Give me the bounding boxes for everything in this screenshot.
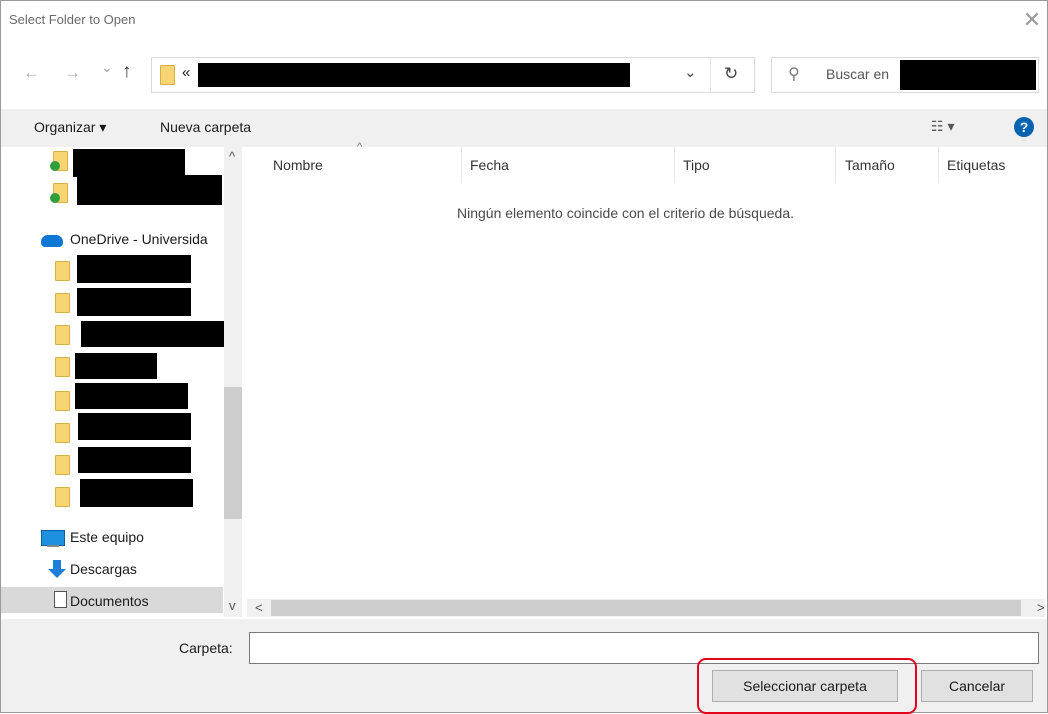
folder-icon (55, 325, 70, 345)
folder-icon (55, 455, 70, 475)
column-divider (461, 147, 462, 183)
redacted-folder[interactable] (78, 413, 191, 440)
search-placeholder: Buscar en (826, 66, 890, 82)
folder-icon (55, 423, 70, 443)
address-dropdown-icon[interactable]: ⌄ (684, 63, 697, 81)
sync-status-icon (50, 193, 60, 203)
column-header-type[interactable]: Tipo (683, 157, 710, 173)
redacted-folder[interactable] (77, 255, 191, 283)
sync-status-icon (50, 161, 60, 171)
divider (710, 58, 711, 92)
column-header-tags[interactable]: Etiquetas (947, 157, 1005, 173)
cancel-button[interactable]: Cancelar (921, 670, 1033, 702)
folder-icon (55, 487, 70, 507)
redacted-item[interactable] (73, 149, 185, 177)
column-header-date[interactable]: Fecha (470, 157, 509, 173)
sidebar-item-this-pc[interactable]: Este equipo (70, 529, 144, 545)
folder-icon (55, 261, 70, 281)
folder-icon (55, 357, 70, 377)
new-folder-button[interactable]: Nueva carpeta (160, 119, 251, 135)
search-box[interactable]: ⚲ Buscar en (771, 57, 1039, 93)
sidebar-item-documents[interactable]: Documentos (70, 593, 149, 609)
back-icon[interactable]: ← (23, 63, 40, 83)
sidebar-item-downloads[interactable]: Descargas (70, 561, 137, 577)
column-divider (835, 147, 836, 183)
help-icon[interactable]: ? (1014, 117, 1034, 137)
refresh-icon[interactable]: ↻ (724, 64, 738, 84)
highlight-annotation (697, 658, 917, 714)
redacted-folder[interactable] (80, 479, 193, 507)
navigation-pane: OneDrive - Universida Este equipo Descar… (1, 147, 245, 619)
computer-icon (41, 530, 65, 546)
close-icon[interactable]: ✕ (1017, 5, 1047, 35)
redacted-folder[interactable] (75, 383, 188, 409)
redacted-folder[interactable] (77, 288, 191, 316)
forward-icon[interactable]: → (64, 63, 81, 83)
computer-stand (47, 545, 59, 547)
redacted-folder[interactable] (81, 321, 224, 347)
redacted-folder[interactable] (75, 353, 157, 379)
column-header-name[interactable]: Nombre (273, 157, 323, 173)
sidebar-scrollbar[interactable] (224, 147, 242, 617)
scroll-right-icon[interactable]: > (1037, 600, 1045, 615)
onedrive-cloud-icon (41, 235, 63, 247)
empty-results-message: Ningún elemento coincide con el criterio… (457, 205, 794, 221)
column-divider (938, 147, 939, 183)
document-icon (54, 591, 67, 608)
view-options-icon[interactable]: ☷ ▾ (931, 118, 954, 135)
redacted-item[interactable] (77, 175, 222, 205)
sidebar-scroll-thumb[interactable] (224, 387, 242, 519)
command-bar: Organizar ▾ Nueva carpeta ☷ ▾ ? (1, 109, 1047, 147)
address-bar[interactable]: « ⌄ ↻ (151, 57, 755, 93)
redacted-path (198, 63, 630, 87)
folder-icon (160, 65, 175, 85)
title-bar: Select Folder to Open ✕ (1, 1, 1047, 41)
search-icon: ⚲ (788, 66, 800, 83)
up-icon[interactable]: ↑ (122, 61, 132, 83)
folder-icon (55, 293, 70, 313)
redacted-search-scope (900, 60, 1036, 90)
scroll-left-icon[interactable]: < (255, 600, 263, 615)
dialog-title: Select Folder to Open (9, 12, 136, 27)
address-overflow-icon[interactable]: « (182, 64, 190, 81)
folder-field-label: Carpeta: (179, 640, 233, 656)
column-divider (674, 147, 675, 183)
organize-button[interactable]: Organizar ▾ (34, 119, 106, 136)
folder-name-input[interactable] (249, 632, 1039, 664)
sidebar-item-onedrive[interactable]: OneDrive - Universida (70, 231, 224, 247)
sort-caret-icon: ^ (357, 141, 363, 153)
recent-locations-icon[interactable]: ⌄ (101, 59, 113, 76)
folder-icon (55, 391, 70, 411)
scroll-up-icon[interactable]: ^ (229, 149, 235, 164)
redacted-folder[interactable] (78, 447, 191, 473)
column-header-size[interactable]: Tamaño (845, 157, 895, 173)
folder-dialog: Select Folder to Open ✕ ← → ⌄ ↑ « ⌄ ↻ ⚲ … (0, 0, 1048, 714)
file-list-hscroll-thumb[interactable] (271, 600, 1021, 616)
download-icon (48, 569, 66, 578)
scroll-down-icon[interactable]: v (229, 598, 236, 613)
